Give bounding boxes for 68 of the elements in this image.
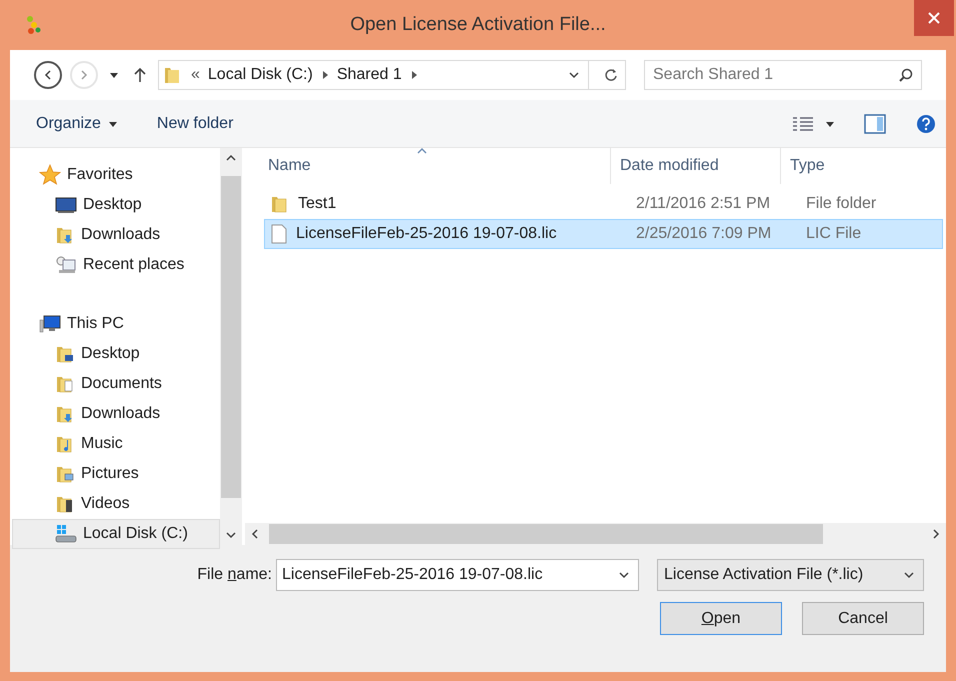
file-date: 2/25/2016 7:09 PM (635, 224, 772, 244)
nav-item[interactable]: This PC (12, 309, 220, 339)
file-name: LicenseFileFeb-25-2016 19-07-08.lic (296, 224, 557, 244)
details-view-icon (792, 116, 814, 132)
horizontal-scrollbar[interactable] (245, 523, 946, 545)
search-field[interactable]: Search Shared 1 (644, 60, 922, 90)
view-options-button[interactable] (792, 116, 834, 132)
nav-item[interactable]: Favorites (12, 160, 220, 190)
file-name-field[interactable]: LicenseFileFeb-25-2016 19-07-08.lic (276, 559, 639, 591)
file-type: File folder (805, 194, 876, 214)
organize-menu[interactable]: Organize (36, 112, 117, 136)
nav-item[interactable]: Pictures (12, 459, 220, 489)
dialog-button[interactable]: Cancel (802, 602, 924, 635)
nav-item[interactable]: Desktop (12, 190, 220, 220)
help-icon (916, 114, 936, 134)
file-icon (270, 224, 288, 244)
desktop-folder-icon (55, 344, 75, 364)
caret-icon (110, 71, 118, 79)
file-name: Test1 (298, 194, 336, 214)
download-folder-icon (55, 225, 75, 245)
refresh-icon (604, 68, 618, 82)
caret-icon (108, 120, 117, 128)
file-row[interactable]: LicenseFileFeb-25-2016 19-07-08.lic 2/25/2016 7:09 PM LIC File (264, 219, 943, 249)
monitor-icon (55, 195, 77, 215)
nav-item[interactable]: Recent places (12, 250, 220, 280)
videos-folder-icon (55, 494, 75, 514)
column-header[interactable]: Type (781, 148, 946, 184)
app-logo-icon (26, 15, 42, 35)
nav-item[interactable]: Desktop (12, 339, 220, 369)
close-button[interactable] (914, 0, 954, 36)
nav-item[interactable]: Downloads (12, 220, 220, 250)
computer-icon (39, 314, 61, 334)
nav-item[interactable]: Videos (12, 489, 220, 519)
nav-item[interactable]: Documents (12, 369, 220, 399)
breadcrumb[interactable]: Local Disk (C:) (208, 63, 313, 87)
star-icon (39, 164, 61, 186)
file-row[interactable]: Test1 2/11/2016 2:51 PM File folder (264, 189, 943, 219)
vertical-scrollbar[interactable] (220, 148, 242, 545)
nav-item[interactable]: Music (12, 429, 220, 459)
download-folder-icon (55, 404, 75, 424)
preview-pane-button[interactable] (864, 114, 886, 134)
close-icon (928, 12, 940, 24)
preview-pane-icon (864, 114, 886, 134)
caret-icon (826, 120, 834, 128)
file-date: 2/11/2016 2:51 PM (635, 194, 772, 214)
file-type: LIC File (805, 224, 862, 244)
new-folder-button[interactable]: New folder (156, 112, 234, 136)
nav-item[interactable]: Downloads (12, 399, 220, 429)
address-bar[interactable]: « Local Disk (C:) Shared 1 (158, 60, 626, 90)
back-button[interactable] (34, 61, 62, 89)
up-arrow-icon (134, 67, 146, 83)
breadcrumb[interactable]: Shared 1 (336, 63, 402, 87)
search-icon (899, 68, 913, 82)
window-title: Open License Activation File... (350, 12, 606, 37)
help-button[interactable] (916, 114, 936, 134)
column-header[interactable]: Date modified (611, 148, 781, 184)
breadcrumb-arrow-icon (320, 71, 329, 79)
recent-places-icon (55, 255, 77, 275)
column-header[interactable]: Name (245, 148, 611, 184)
nav-item[interactable]: Local Disk (C:) (12, 519, 220, 549)
overflow-chevron[interactable]: « (191, 63, 200, 87)
file-name-label: File name: (197, 565, 272, 585)
documents-folder-icon (55, 374, 75, 394)
drive-icon (55, 524, 77, 544)
breadcrumb-arrow-icon (410, 71, 418, 79)
dialog-button[interactable]: Open (660, 602, 782, 635)
file-type-dropdown[interactable]: License Activation File (*.lic) (657, 559, 924, 591)
pictures-folder-icon (55, 464, 75, 484)
